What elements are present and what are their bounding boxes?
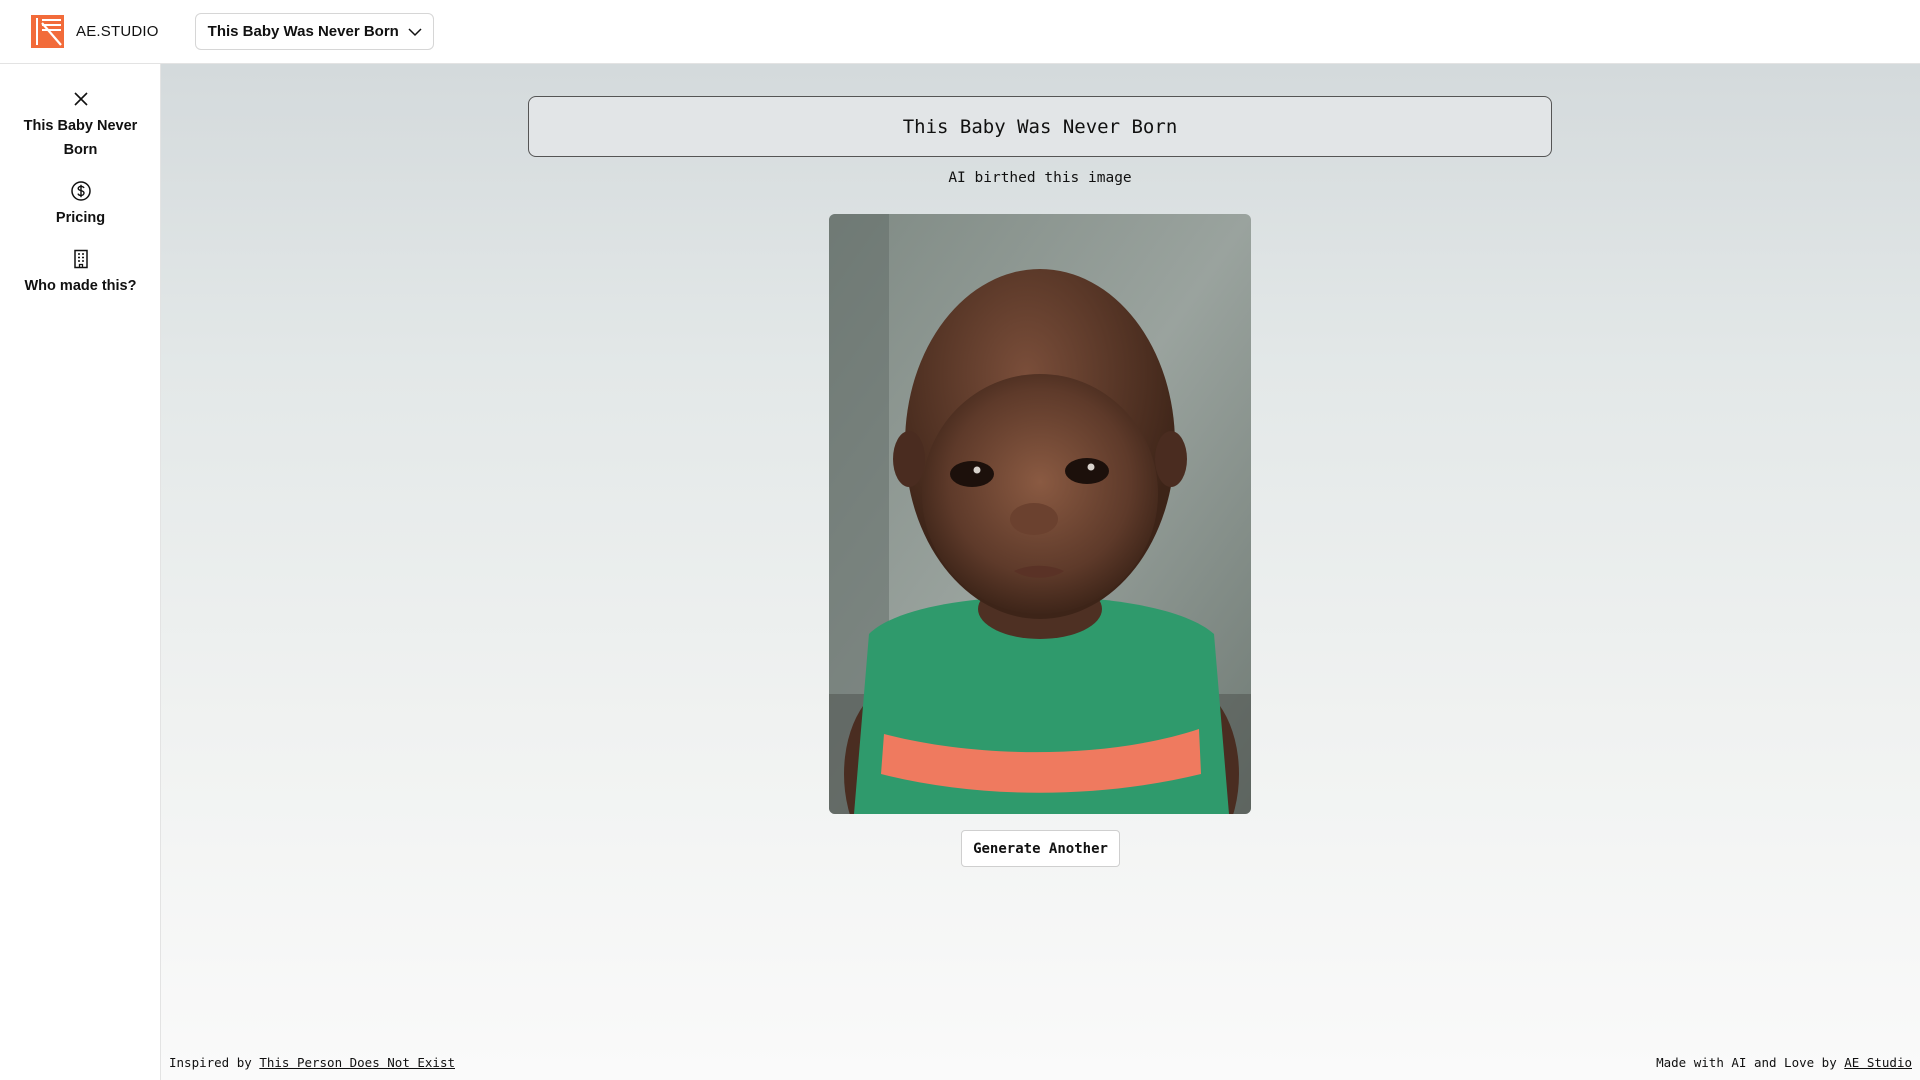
baby-photo-illustration [829, 214, 1251, 814]
page-subtitle: AI birthed this image [948, 170, 1132, 186]
sidebar-item-label: Who made this? [24, 278, 137, 294]
generate-another-button[interactable]: Generate Another [961, 830, 1120, 867]
brand-name[interactable]: AE.STUDIO [76, 23, 159, 40]
top-bar: AE.STUDIO This Baby Was Never Born [0, 0, 1920, 64]
sidebar: This Baby Never Born Pricing Who made th… [0, 64, 161, 1080]
product-selector[interactable]: This Baby Was Never Born [194, 13, 434, 50]
page-title: This Baby Was Never Born [528, 96, 1552, 157]
building-icon [70, 248, 92, 270]
sidebar-item-pricing[interactable]: Pricing [0, 180, 161, 230]
ae-studio-link[interactable]: AE Studio [1844, 1055, 1912, 1070]
brand[interactable]: AE.STUDIO [31, 0, 159, 64]
this-person-does-not-exist-link[interactable]: This Person Does Not Exist [259, 1055, 455, 1070]
footer-left-prefix: Inspired by [169, 1055, 252, 1070]
sidebar-item-label: This Baby Never Born [23, 118, 138, 158]
main-content: This Baby Was Never Born AI birthed this… [161, 64, 1920, 1080]
sidebar-item-who-made-this[interactable]: Who made this? [0, 248, 161, 298]
ae-studio-logo-icon[interactable] [31, 15, 64, 48]
footer-made-with: Made with AI and Love by AE Studio [1656, 1055, 1912, 1070]
chevron-down-icon [408, 27, 422, 36]
generated-baby-image [829, 214, 1251, 814]
close-icon[interactable] [70, 88, 92, 110]
footer-right-prefix: Made with AI and Love by [1656, 1055, 1837, 1070]
dollar-circle-icon [70, 180, 92, 202]
product-selector-label: This Baby Was Never Born [207, 23, 399, 40]
sidebar-item-label: Pricing [55, 210, 106, 226]
footer-inspired-by: Inspired by This Person Does Not Exist [169, 1055, 455, 1070]
sidebar-item-this-baby-never-born[interactable]: This Baby Never Born [0, 88, 161, 162]
